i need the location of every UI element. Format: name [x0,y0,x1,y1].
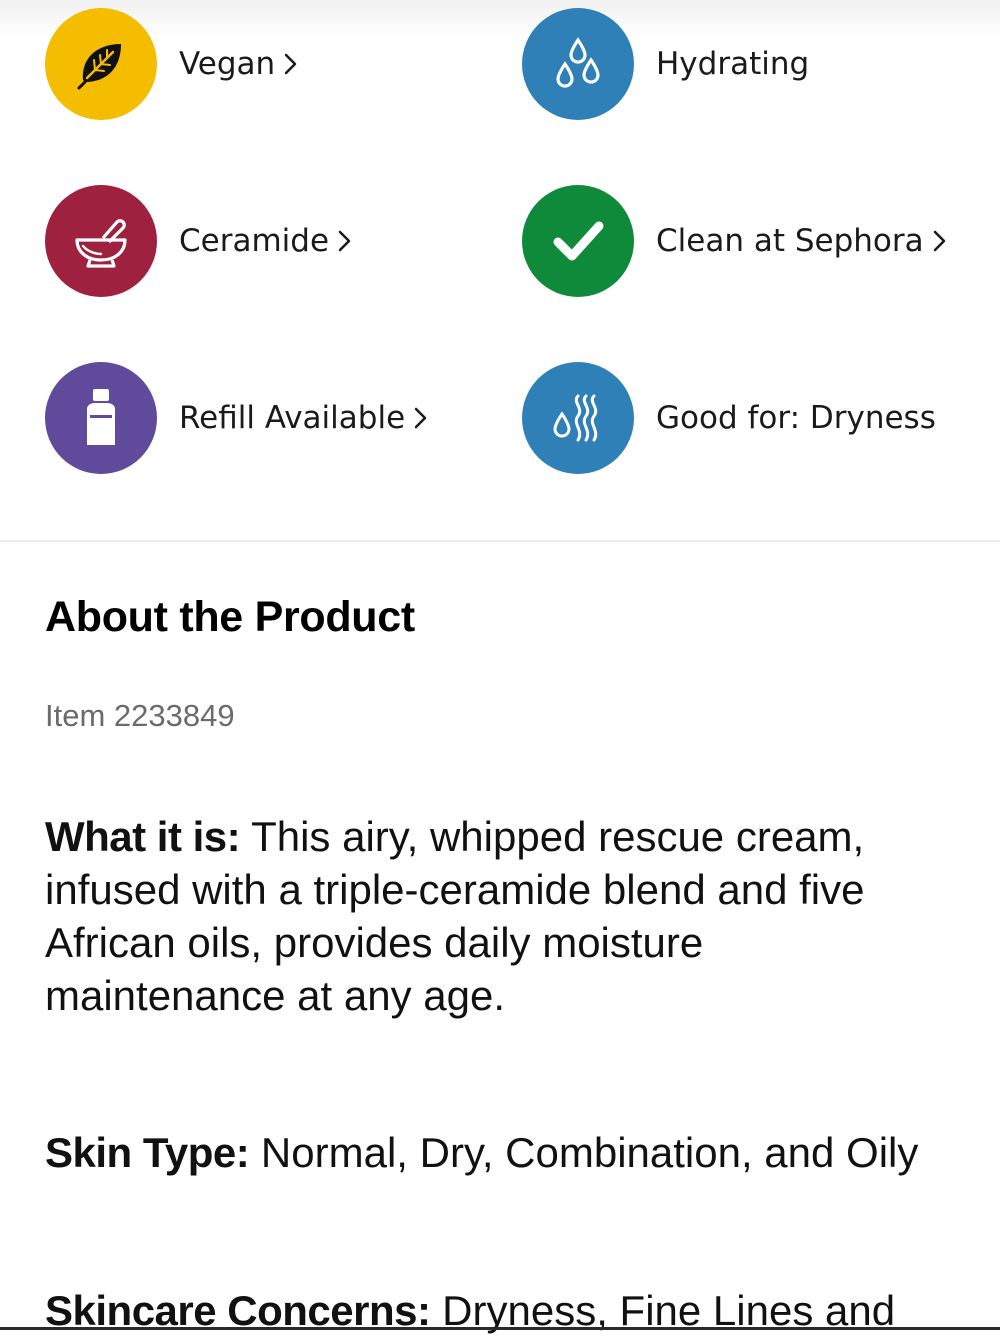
highlight-refill-available[interactable]: Refill Available [45,362,429,474]
skin-type-description: Skin Type: Normal, Dry, Combination, and… [45,1126,945,1179]
chevron-right-icon [933,230,945,252]
clean-at-sephora-label: Clean at Sephora [656,223,924,259]
dryness-badge [522,362,634,474]
hydrating-badge [522,8,634,120]
skin-type-text: Normal, Dry, Combination, and Oily [249,1129,919,1176]
refill-available-label: Refill Available [179,400,406,436]
skin-type-label: Skin Type: [45,1129,250,1176]
section-divider [0,540,1000,542]
about-product-title: About the Product [45,593,415,641]
chevron-right-icon [414,407,427,429]
item-number: Item 2233849 [45,698,235,733]
what-it-is-label: What it is: [45,813,241,860]
water-drops-icon [556,37,600,88]
refill-bottle-icon [87,389,115,445]
highlight-label: Hydrating [656,46,809,82]
vegan-badge [45,8,157,120]
highlight-label: Good for: Dryness [656,400,936,436]
clean-badge [522,185,634,297]
refill-badge [45,362,157,474]
dryness-waves-icon [553,394,598,442]
highlight-label: Clean at Sephora [656,223,948,259]
chevron-right-icon [338,230,351,252]
highlight-ceramide[interactable]: Ceramide [45,185,353,297]
ceramide-label: Ceramide [179,223,330,259]
highlight-label: Refill Available [179,400,429,436]
highlight-good-for-dryness: Good for: Dryness [522,362,936,474]
ceramide-badge [45,185,157,297]
highlight-label: Ceramide [179,223,353,259]
vegan-label: Vegan [179,46,276,82]
chevron-right-icon [284,53,297,75]
checkmark-icon [553,221,604,261]
hydrating-label: Hydrating [656,46,810,82]
highlight-hydrating: Hydrating [522,8,809,120]
highlight-vegan[interactable]: Vegan [45,8,299,120]
mortar-bowl-icon [75,219,127,268]
leaf-icon [77,44,121,90]
highlight-clean-at-sephora[interactable]: Clean at Sephora [522,185,948,297]
good-for-dryness-label: Good for: Dryness [656,400,936,436]
highlight-label: Vegan [179,46,299,82]
what-it-is-description: What it is: This airy, whipped rescue cr… [45,810,945,1022]
